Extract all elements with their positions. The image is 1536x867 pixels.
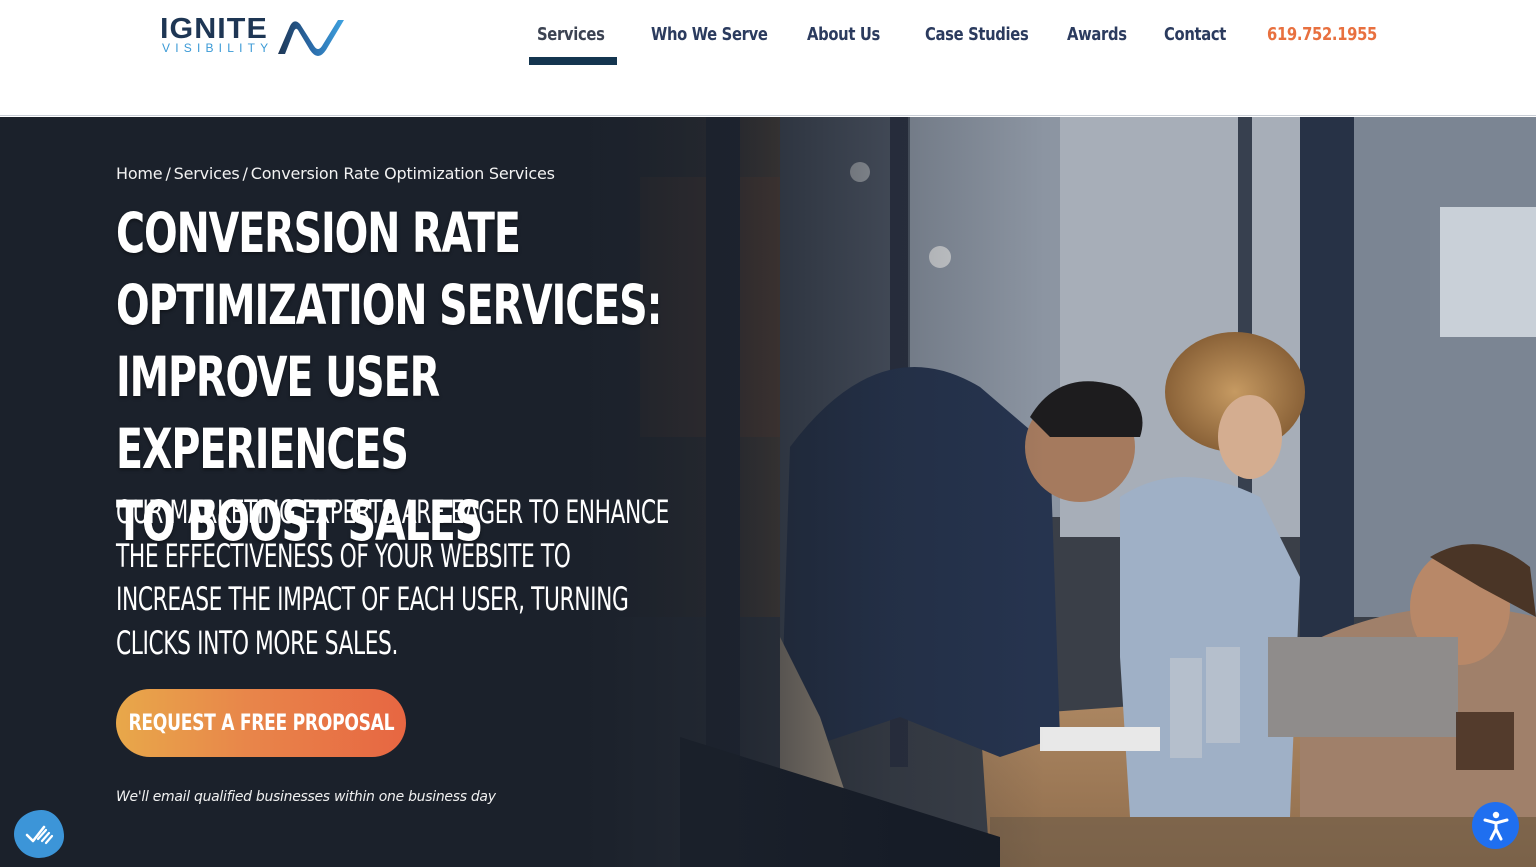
breadcrumb-separator: / <box>242 164 248 183</box>
subtitle-line: THE EFFECTIVENESS OF YOUR WEBSITE TO <box>116 536 571 575</box>
nav-who-we-serve[interactable]: Who We Serve <box>651 24 768 45</box>
breadcrumb: Home / Services / Conversion Rate Optimizati… <box>116 164 555 183</box>
chat-widget-button[interactable] <box>14 810 64 858</box>
hero-subtitle: OUR MARKETING EXPERTS ARE EAGER TO ENHAN… <box>116 491 714 665</box>
nav-awards[interactable]: Awards <box>1067 24 1127 45</box>
breadcrumb-home[interactable]: Home <box>116 164 163 183</box>
subtitle-line: INCREASE THE IMPACT OF EACH USER, TURNIN… <box>116 580 629 618</box>
breadcrumb-current: Conversion Rate Optimization Services <box>250 164 555 183</box>
nav-about-us[interactable]: About Us <box>807 24 880 45</box>
site-header: IGNITE VISIBILITY Services Who We Serve … <box>0 0 1536 116</box>
nav-services[interactable]: Services <box>537 24 605 45</box>
ignite-visibility-logo[interactable]: IGNITE VISIBILITY <box>160 14 345 58</box>
subtitle-line: CLICKS INTO MORE SALES. <box>116 623 398 662</box>
hero-section: Home / Services / Conversion Rate Optimizati… <box>0 117 1536 867</box>
checkmark-chat-icon <box>25 825 54 845</box>
active-nav-indicator <box>529 57 617 65</box>
accessibility-button[interactable] <box>1472 802 1519 849</box>
nav-phone-link[interactable]: 619.752.1955 <box>1267 24 1377 45</box>
request-proposal-button[interactable]: REQUEST A FREE PROPOSAL <box>116 689 406 757</box>
title-line: OPTIMIZATION SERVICES: <box>116 273 662 337</box>
logo-subtitle: VISIBILITY <box>162 41 274 55</box>
title-line: CONVERSION RATE <box>116 201 521 265</box>
cta-note: We'll email qualified businesses within … <box>116 789 496 805</box>
nav-case-studies[interactable]: Case Studies <box>925 24 1029 45</box>
nav-contact[interactable]: Contact <box>1164 24 1226 45</box>
subtitle-line: OUR MARKETING EXPERTS ARE EAGER TO ENHAN… <box>116 493 670 531</box>
logo-wave-icon <box>278 20 344 56</box>
breadcrumb-services[interactable]: Services <box>174 164 240 183</box>
breadcrumb-separator: / <box>165 164 171 183</box>
request-proposal-label: REQUEST A FREE PROPOSAL <box>128 710 394 736</box>
title-line: IMPROVE USER EXPERIENCES <box>116 345 440 481</box>
accessibility-person-icon <box>1483 811 1508 840</box>
logo-wordmark: IGNITE <box>160 13 268 45</box>
